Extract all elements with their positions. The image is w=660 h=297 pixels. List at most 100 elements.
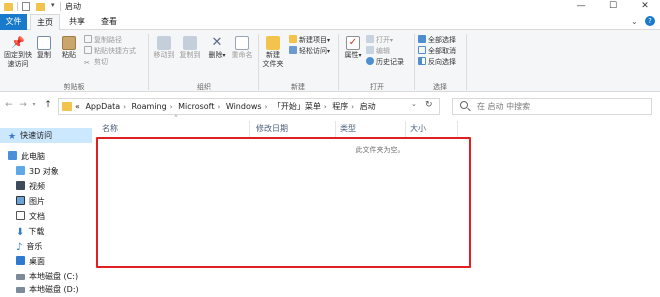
- breadcrumb-programs[interactable]: 程序: [332, 99, 348, 114]
- copy-button[interactable]: 复制: [34, 36, 54, 60]
- breadcrumb-chevron-icon[interactable]: ›: [351, 100, 354, 115]
- address-bar[interactable]: « AppData › Roaming › Microsoft › Windows › …: [58, 98, 440, 115]
- refresh-icon[interactable]: ↻: [425, 100, 433, 110]
- new-small-buttons: 新建项目▾ 轻松访问▾: [289, 35, 337, 57]
- maximize-button[interactable]: ☐: [598, 0, 628, 14]
- paste-shortcut-button[interactable]: 粘贴快捷方式: [84, 46, 146, 57]
- properties-quick-icon[interactable]: [22, 2, 30, 11]
- title-separator: [17, 2, 18, 11]
- new-item-dropdown-icon: ▾: [327, 37, 331, 44]
- column-name[interactable]: 名称: [98, 121, 250, 137]
- clipboard-small-buttons: 复制路径 粘贴快捷方式 ✂ 剪切: [84, 35, 146, 68]
- title-separator-2: [60, 2, 61, 11]
- history-icon: [366, 57, 374, 65]
- address-folder-icon: [62, 102, 72, 111]
- easy-access-icon: [289, 46, 297, 54]
- open-button[interactable]: 打开▾: [366, 35, 412, 46]
- breadcrumb-chevron-icon[interactable]: ›: [265, 100, 268, 115]
- new-folder-button[interactable]: 新建 文件夹: [260, 36, 286, 69]
- move-to-button[interactable]: 移动到: [152, 36, 176, 60]
- forward-arrow-icon[interactable]: →: [17, 99, 29, 111]
- nav-pictures-label: 图片: [29, 197, 45, 206]
- nav-3d-objects[interactable]: 3D 对象: [0, 164, 92, 179]
- breadcrumb-appdata[interactable]: AppData: [85, 99, 120, 114]
- open-icon: [366, 35, 374, 43]
- expand-ribbon-icon[interactable]: ⌄: [631, 17, 638, 26]
- new-item-button[interactable]: 新建项目▾: [289, 35, 337, 46]
- breadcrumb-chevron-icon[interactable]: ›: [170, 100, 173, 115]
- easy-access-button[interactable]: 轻松访问▾: [289, 46, 337, 57]
- copy-path-button[interactable]: 复制路径: [84, 35, 146, 46]
- up-arrow-icon[interactable]: ↑: [42, 99, 54, 111]
- nav-disk-d-label: 本地磁盘 (D:): [29, 285, 79, 294]
- invert-selection-icon: [418, 57, 426, 65]
- easy-access-dropdown-icon: ▾: [327, 48, 331, 55]
- breadcrumb-chevron-icon[interactable]: ›: [217, 100, 220, 115]
- properties-check-icon: ✓: [346, 36, 360, 50]
- recent-dropdown-icon[interactable]: ▾: [30, 99, 38, 111]
- nav-quick-access-label: 快速访问: [20, 131, 53, 140]
- nav-downloads[interactable]: ⬇ 下载: [0, 224, 92, 239]
- delete-label: 删除: [208, 51, 223, 59]
- drive-icon: [16, 274, 25, 280]
- history-label: 历史记录: [376, 58, 404, 66]
- nav-music[interactable]: ♪ 音乐: [0, 239, 92, 254]
- tab-view[interactable]: 查看: [94, 14, 124, 30]
- nav-documents-label: 文档: [29, 212, 45, 221]
- breadcrumb-start-menu[interactable]: 「开始」菜单: [273, 99, 321, 114]
- address-dropdown-icon[interactable]: ⌄: [411, 100, 417, 108]
- annotation-highlight-box: [96, 137, 471, 268]
- nav-pictures[interactable]: 图片: [0, 194, 92, 209]
- nav-desktop-label: 桌面: [29, 257, 45, 266]
- breadcrumb-microsoft[interactable]: Microsoft: [178, 99, 214, 114]
- breadcrumb-startup[interactable]: 启动: [360, 99, 376, 114]
- nav-music-label: 音乐: [26, 242, 43, 251]
- nav-documents[interactable]: 文档: [0, 209, 92, 224]
- column-type[interactable]: 类型: [336, 121, 406, 137]
- search-box[interactable]: 在 启动 中搜索: [452, 98, 652, 115]
- clipboard-group-label: 剪贴板: [63, 83, 85, 91]
- tab-home[interactable]: 主页: [30, 14, 60, 30]
- new-item-label: 新建项目: [299, 36, 327, 44]
- title-bar: ▾ 启动 — ☐ ✕: [0, 0, 660, 14]
- pin-quick-access-button[interactable]: 📌 固定到快 速访问: [3, 36, 33, 69]
- help-icon[interactable]: ?: [645, 16, 655, 26]
- copy-to-button[interactable]: 复制到: [178, 36, 202, 60]
- nav-disk-d[interactable]: 本地磁盘 (D:): [0, 282, 92, 297]
- properties-button[interactable]: ✓ 属性▾: [342, 36, 364, 60]
- copy-path-icon: [84, 35, 92, 43]
- breadcrumb-windows[interactable]: Windows: [226, 99, 262, 114]
- quick-access-dropdown-icon[interactable]: ▾: [51, 1, 55, 9]
- nav-desktop[interactable]: 桌面: [0, 254, 92, 269]
- breadcrumb-chevron-icon[interactable]: ›: [324, 100, 327, 115]
- close-button[interactable]: ✕: [630, 0, 660, 14]
- nav-quick-access[interactable]: ★ 快速访问: [0, 128, 92, 143]
- history-button[interactable]: 历史记录: [366, 57, 412, 68]
- pin-icon: 📌: [11, 36, 25, 49]
- minimize-button[interactable]: —: [566, 0, 596, 14]
- select-group-label: 选择: [433, 83, 447, 91]
- invert-selection-button[interactable]: 反向选择: [418, 57, 468, 68]
- back-arrow-icon[interactable]: ←: [3, 99, 15, 111]
- delete-button[interactable]: ✕ 删除▾: [206, 36, 228, 60]
- select-none-label: 全部取消: [428, 47, 456, 55]
- ribbon-separator: [466, 34, 467, 90]
- edit-button[interactable]: 编辑: [366, 46, 412, 57]
- nav-disk-c-label: 本地磁盘 (C:): [29, 272, 79, 281]
- rename-button[interactable]: 重命名: [230, 36, 254, 60]
- breadcrumb-roaming[interactable]: Roaming: [132, 99, 167, 114]
- breadcrumb-overflow[interactable]: «: [75, 99, 80, 114]
- paste-shortcut-icon: [84, 46, 92, 54]
- tab-file[interactable]: 文件: [0, 14, 27, 30]
- select-all-button[interactable]: 全部选择: [418, 35, 468, 46]
- new-folder-quick-icon[interactable]: [36, 3, 45, 11]
- nav-this-pc[interactable]: 此电脑: [0, 149, 92, 164]
- paste-button[interactable]: 粘贴: [58, 36, 80, 60]
- column-size[interactable]: 大小: [406, 121, 458, 137]
- nav-videos[interactable]: 视频: [0, 179, 92, 194]
- column-modified[interactable]: 修改日期: [252, 121, 336, 137]
- tab-share[interactable]: 共享: [62, 14, 92, 30]
- cut-button[interactable]: ✂ 剪切: [84, 57, 146, 68]
- breadcrumb-chevron-icon[interactable]: ›: [123, 100, 126, 115]
- select-none-button[interactable]: 全部取消: [418, 46, 468, 57]
